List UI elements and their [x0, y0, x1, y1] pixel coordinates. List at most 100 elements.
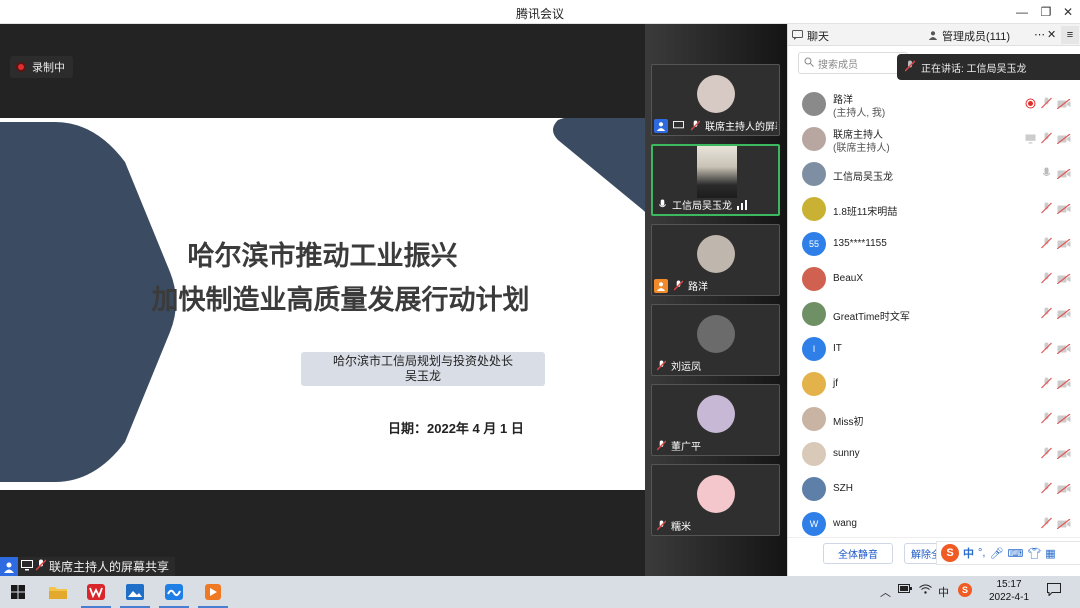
camera-off-icon[interactable] [1056, 273, 1071, 287]
clock-time: 15:17 [996, 579, 1022, 590]
ime-mode[interactable]: 中 [963, 545, 974, 561]
mic-muted-icon[interactable] [1041, 342, 1052, 357]
keyboard-icon[interactable]: ⌨ [1007, 547, 1023, 560]
member-row[interactable]: 1.8班11宋明喆 [788, 192, 1080, 226]
mic-muted-icon[interactable] [1041, 307, 1052, 322]
notification-center-icon[interactable] [1047, 583, 1061, 599]
wifi-icon[interactable] [919, 584, 932, 597]
member-row[interactable]: 路洋 (主持人, 我) [788, 87, 1080, 121]
sogou-ime-icon[interactable]: S [941, 544, 959, 562]
video-tile-active-speaker[interactable]: 工信局吴玉龙 [651, 144, 780, 216]
video-tile-caption: 联席主持人的屏幕... [654, 118, 777, 133]
camera-off-icon[interactable] [1056, 308, 1071, 322]
camera-off-icon[interactable] [1056, 168, 1071, 182]
mic-muted-icon[interactable] [1041, 447, 1052, 462]
member-row[interactable]: Miss初 [788, 402, 1080, 436]
camera-off-icon[interactable] [1056, 483, 1071, 497]
close-button[interactable]: ✕ [1060, 4, 1076, 20]
battery-icon[interactable] [898, 584, 912, 596]
avatar [802, 127, 826, 151]
tab-chat[interactable]: 聊天 [792, 28, 829, 44]
voice-input-icon[interactable]: 🎤︎ [989, 547, 1003, 560]
media-player-icon[interactable] [195, 576, 231, 608]
video-tile[interactable]: 董广平 [651, 384, 780, 456]
video-tile[interactable]: 糯米 [651, 464, 780, 536]
camera-off-icon[interactable] [1056, 413, 1071, 427]
member-name: jf [833, 378, 838, 389]
member-name: 工信局吴玉龙 [833, 172, 893, 183]
mic-muted-icon[interactable] [1041, 272, 1052, 287]
mic-muted-icon[interactable] [1041, 237, 1052, 252]
mic-muted-icon[interactable] [1041, 202, 1052, 217]
screen-share-label: 联席主持人的屏幕共享 [49, 560, 170, 574]
camera-off-icon[interactable] [1056, 378, 1071, 392]
camera-off-icon[interactable] [1056, 203, 1071, 217]
tray-chevron-icon[interactable]: ︿ [880, 584, 891, 600]
slide-title-line1: 哈尔滨市推动工业振兴 [187, 241, 458, 272]
video-tile[interactable]: 联席主持人的屏幕... [651, 64, 780, 136]
camera-off-icon[interactable] [1056, 98, 1071, 112]
video-tile[interactable]: 刘运凤 [651, 304, 780, 376]
camera-off-icon[interactable] [1056, 133, 1071, 147]
member-row[interactable]: 55 135****1155 [788, 227, 1080, 261]
avatar: W [802, 512, 826, 536]
restore-button[interactable]: ❐ [1038, 4, 1054, 20]
mic-muted-icon[interactable] [1041, 132, 1052, 147]
windows-taskbar: ︿ 中 S 15:17 2022-4-1 [0, 576, 1080, 608]
participant-name: 糯米 [671, 522, 691, 533]
minimize-button[interactable]: — [1014, 4, 1030, 20]
avatar [697, 395, 735, 433]
mic-muted-icon[interactable] [1041, 517, 1052, 532]
member-search-input[interactable]: 搜索成员 [798, 52, 908, 74]
camera-off-icon[interactable] [1056, 343, 1071, 357]
mic-muted-icon[interactable] [1041, 482, 1052, 497]
slide-decor-triangle-top-right [553, 118, 645, 212]
member-row[interactable]: W wang [788, 507, 1080, 541]
member-role: (主持人, 我) [833, 108, 886, 119]
member-row[interactable]: SZH [788, 472, 1080, 506]
mute-all-button[interactable]: 全体静音 [823, 543, 893, 564]
start-menu-icon[interactable] [0, 576, 36, 608]
member-row[interactable]: BeauX [788, 262, 1080, 296]
camera-off-icon[interactable] [1056, 518, 1071, 532]
ime-toolbar[interactable]: S 中 °, 🎤︎ ⌨ 👕︎ ▦ [936, 541, 1080, 565]
video-tile[interactable]: 路洋 [651, 224, 780, 296]
avatar [802, 407, 826, 431]
member-row[interactable]: GreatTime时文军 [788, 297, 1080, 331]
mic-muted-icon[interactable] [1041, 412, 1052, 427]
record-dot-icon [16, 62, 26, 72]
screen-share-icon [1025, 133, 1036, 147]
camera-off-icon[interactable] [1056, 448, 1071, 462]
file-explorer-icon[interactable] [40, 576, 76, 608]
tray-language[interactable]: 中 [938, 584, 949, 600]
sogou-tray-icon[interactable]: S [958, 583, 972, 597]
member-name: sunny [833, 448, 860, 459]
menu-icon[interactable]: ≡ [1061, 26, 1079, 44]
chat-icon [792, 29, 803, 43]
wps-office-icon[interactable] [78, 576, 114, 608]
recording-indicator[interactable]: 录制中 [10, 56, 73, 78]
photos-app-icon[interactable] [117, 576, 153, 608]
more-options-icon[interactable]: ⋯ [1034, 28, 1045, 41]
mic-muted-icon[interactable] [1041, 97, 1052, 112]
punctuation-icon[interactable]: °, [978, 547, 985, 559]
mic-icon[interactable] [1041, 167, 1052, 182]
member-row[interactable]: 工信局吴玉龙 [788, 157, 1080, 191]
side-panel: 聊天 管理成员(111) ⋯ ✕ ≡ 搜索成员 正在讲话: 工信局吴玉龙 路洋 … [787, 24, 1080, 576]
camera-off-icon[interactable] [1056, 238, 1071, 252]
video-tile-caption: 糯米 [654, 518, 777, 533]
mic-muted-icon[interactable] [1041, 377, 1052, 392]
tab-members[interactable]: 管理成员(111) [928, 28, 1010, 44]
close-panel-icon[interactable]: ✕ [1047, 28, 1056, 41]
system-clock[interactable]: 15:17 2022-4-1 [980, 578, 1038, 604]
skin-icon[interactable]: 👕︎ [1027, 547, 1041, 560]
toolbox-icon[interactable]: ▦ [1045, 547, 1055, 560]
member-row[interactable]: jf [788, 367, 1080, 401]
tencent-meeting-icon[interactable] [156, 576, 192, 608]
member-row[interactable]: 联席主持人 (联席主持人) [788, 122, 1080, 156]
mic-muted-icon [671, 279, 685, 293]
member-row[interactable]: sunny [788, 437, 1080, 471]
member-row[interactable]: I IT [788, 332, 1080, 366]
participant-name: 工信局吴玉龙 [672, 201, 732, 212]
speaking-indicator: 正在讲话: 工信局吴玉龙 [897, 54, 1080, 80]
